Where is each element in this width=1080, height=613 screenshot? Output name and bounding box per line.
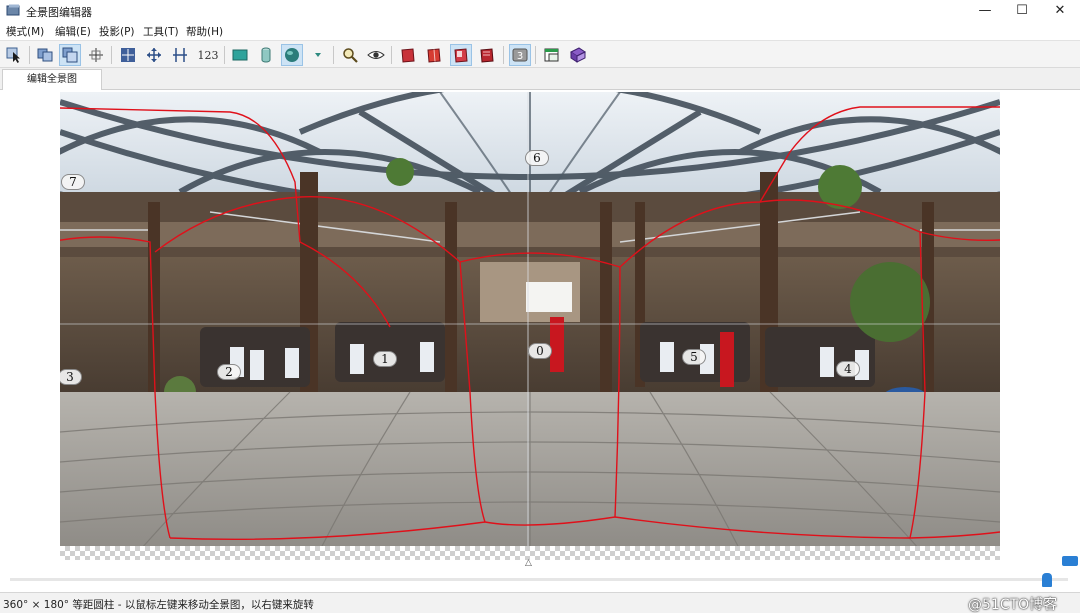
toolbar-separator: [224, 46, 225, 64]
toolbar-separator: [111, 46, 112, 64]
menu-projection[interactable]: 投影(P): [99, 24, 135, 39]
move-horizontal-icon[interactable]: [143, 44, 165, 66]
numbering-label: 123: [197, 48, 219, 62]
color-book-2-icon[interactable]: [423, 44, 445, 66]
marker-3[interactable]: 3: [60, 369, 82, 385]
numbering-icon[interactable]: 123: [196, 44, 220, 66]
marker-5[interactable]: 5: [682, 349, 706, 365]
rectilinear-icon[interactable]: [229, 44, 251, 66]
toolbar-separator: [391, 46, 392, 64]
toolbar-separator: [333, 46, 334, 64]
dropdown-triangle-icon[interactable]: [307, 44, 329, 66]
toolbar: 123 3: [0, 40, 1080, 68]
color-book-1-icon[interactable]: [397, 44, 419, 66]
horizontal-scroll-thumb[interactable]: [1042, 573, 1052, 587]
maximize-button[interactable]: ☐: [1002, 0, 1042, 22]
image-active-icon[interactable]: [59, 44, 81, 66]
toolbar-separator: [29, 46, 30, 64]
marker-2[interactable]: 2: [217, 364, 241, 380]
toolbar-separator: [535, 46, 536, 64]
window-title: 全景图编辑器: [26, 6, 92, 19]
zoom-icon[interactable]: [339, 44, 361, 66]
eye-icon[interactable]: [365, 44, 387, 66]
select-pointer-icon[interactable]: [3, 44, 25, 66]
panorama-canvas[interactable]: 0 1 2 3 4 5 6 7 △: [0, 90, 1080, 590]
menu-tools[interactable]: 工具(T): [143, 24, 179, 39]
vertical-scroll-thumb[interactable]: [1062, 556, 1078, 566]
align-vertical-icon[interactable]: [169, 44, 191, 66]
marker-1[interactable]: 1: [373, 351, 397, 367]
layer-3-icon[interactable]: 3: [509, 44, 531, 66]
watermark: @51CTO博客: [968, 597, 1058, 613]
menu-help[interactable]: 帮助(H): [186, 24, 223, 39]
color-book-3-icon[interactable]: [450, 44, 472, 66]
menu-mode[interactable]: 模式(M): [6, 24, 44, 39]
window-icon[interactable]: [541, 44, 563, 66]
marker-0[interactable]: 0: [528, 343, 552, 359]
horizontal-scrollbar[interactable]: [10, 578, 1068, 581]
panorama-image[interactable]: 0 1 2 3 4 5 6 7: [60, 92, 1000, 560]
minimize-button[interactable]: —: [965, 0, 1005, 22]
book-icon[interactable]: [567, 44, 589, 66]
image-overlap-icon[interactable]: [34, 44, 56, 66]
marker-7[interactable]: 7: [61, 174, 85, 190]
marker-6[interactable]: 6: [525, 150, 549, 166]
tab-strip: 编辑全景图: [0, 68, 1080, 90]
menu-bar: 模式(M) 编辑(E) 投影(P) 工具(T) 帮助(H): [0, 22, 1080, 40]
layer-badge: 3: [517, 51, 523, 62]
app-icon: [6, 4, 20, 16]
title-bar: 全景图编辑器 — ☐ ✕: [0, 0, 1080, 22]
color-book-4-icon[interactable]: [476, 44, 498, 66]
marker-4[interactable]: 4: [836, 361, 860, 377]
close-button[interactable]: ✕: [1040, 0, 1080, 22]
sphere-icon[interactable]: [281, 44, 303, 66]
fit-center-icon[interactable]: [117, 44, 139, 66]
menu-edit[interactable]: 编辑(E): [55, 24, 91, 39]
toolbar-separator: [503, 46, 504, 64]
center-indicator-icon[interactable]: △: [525, 558, 532, 568]
cylinder-icon[interactable]: [255, 44, 277, 66]
tab-edit-panorama[interactable]: 编辑全景图: [2, 69, 102, 90]
status-bar: 360° × 180° 等距圆柱 - 以鼠标左键来移动全景图，以右键来旋转 @5…: [0, 592, 1080, 613]
status-text: 360° × 180° 等距圆柱 - 以鼠标左键来移动全景图，以右键来旋转: [3, 599, 314, 611]
crosshair-icon[interactable]: [85, 44, 107, 66]
